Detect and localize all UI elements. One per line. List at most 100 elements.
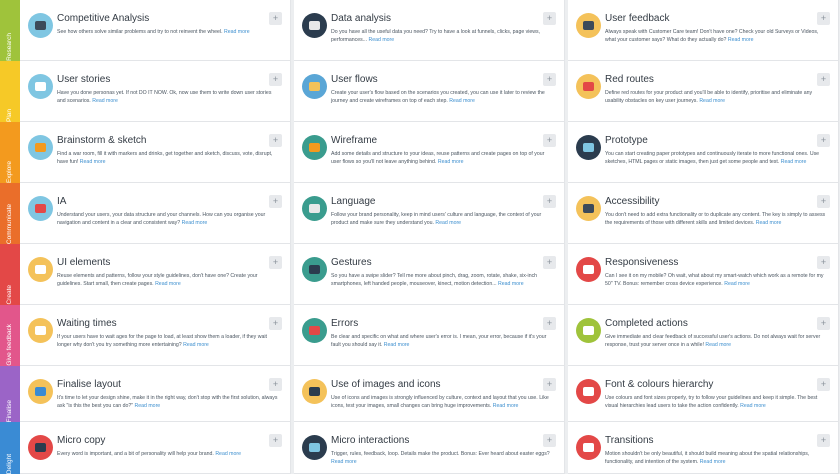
add-button[interactable]: + — [269, 12, 282, 25]
add-button[interactable]: + — [269, 195, 282, 208]
read-more-link[interactable]: Read more — [705, 342, 731, 348]
add-button[interactable]: + — [817, 378, 830, 391]
card-title: UI elements — [57, 257, 111, 268]
icon-detail — [583, 387, 594, 396]
card-title: Errors — [331, 318, 359, 329]
read-more-link[interactable]: Read more — [781, 159, 807, 165]
card-title: Language — [331, 196, 376, 207]
card-description: Trigger, rules, feedback, loop. Details … — [331, 451, 554, 467]
monitor-chart-icon — [302, 13, 327, 38]
add-button[interactable]: + — [543, 73, 556, 86]
route-map-icon — [576, 74, 601, 99]
read-more-link[interactable]: Read more — [224, 29, 250, 35]
icon-detail — [35, 204, 46, 213]
icon-detail — [35, 143, 46, 152]
card-description: You can start creating paper prototypes … — [605, 151, 828, 167]
card-title: Accessibility — [605, 196, 660, 207]
card-micro-copy: Micro copy Every word is important, and a… — [20, 422, 291, 474]
read-more-link[interactable]: Read more — [331, 459, 357, 465]
read-more-link[interactable]: Read more — [384, 342, 410, 348]
read-more-link[interactable]: Read more — [182, 220, 208, 226]
add-button[interactable]: + — [543, 256, 556, 269]
add-button[interactable]: + — [543, 317, 556, 330]
read-more-link[interactable]: Read more — [80, 159, 106, 165]
read-more-link[interactable]: Read more — [700, 459, 726, 465]
card-description-text: Do you have all the useful data you need… — [331, 29, 541, 43]
card-description-text: Use colours and font sizes properly, try… — [605, 395, 818, 409]
add-button[interactable]: + — [269, 256, 282, 269]
add-button[interactable]: + — [269, 134, 282, 147]
add-button[interactable]: + — [817, 73, 830, 86]
phase-tab-give-feedback[interactable]: Give feedback — [0, 305, 20, 366]
add-button[interactable]: + — [543, 378, 556, 391]
icon-detail — [35, 387, 46, 396]
read-more-link[interactable]: Read more — [498, 281, 524, 287]
card-micro-interactions: Micro interactions Trigger, rules, feedba… — [294, 422, 565, 474]
read-more-link[interactable]: Read more — [183, 342, 209, 348]
binoculars-icon — [28, 13, 53, 38]
card-gestures: Gestures So you have a swipe slider? Tell… — [294, 244, 565, 305]
card-description: Motion shouldn't be only beautiful, it s… — [605, 451, 828, 467]
add-button[interactable]: + — [817, 256, 830, 269]
icon-detail — [309, 82, 320, 91]
card-user-feedback: User feedback Always speak with Customer … — [568, 0, 839, 61]
add-button[interactable]: + — [543, 195, 556, 208]
card-description: See how others solve similar problems an… — [57, 29, 280, 37]
phase-tab-finalise[interactable]: Finalise — [0, 366, 20, 422]
phase-tab-explore[interactable]: Explore — [0, 122, 20, 183]
card-title: Micro copy — [57, 435, 106, 446]
read-more-link[interactable]: Read more — [135, 403, 161, 409]
card-title: Red routes — [605, 74, 654, 85]
card-title: User feedback — [605, 13, 670, 24]
card-description: Can I see it on my mobile? Oh wait, what… — [605, 273, 828, 289]
read-more-link[interactable]: Read more — [435, 220, 461, 226]
phase-tab-plan[interactable]: Plan — [0, 61, 20, 122]
card-description: Use of icons and images is strongly infl… — [331, 395, 554, 411]
phase-label: Communicate — [5, 203, 13, 244]
icon-detail — [583, 326, 594, 335]
read-more-link[interactable]: Read more — [724, 281, 750, 287]
read-more-link[interactable]: Read more — [449, 98, 475, 104]
read-more-link[interactable]: Read more — [155, 281, 181, 287]
phase-tab-research[interactable]: Research — [0, 0, 20, 61]
pen-paper-icon — [28, 435, 53, 460]
read-more-link[interactable]: Read more — [215, 451, 241, 457]
card-description-text: You don't need to add extra functionalit… — [605, 212, 826, 226]
add-button[interactable]: + — [269, 317, 282, 330]
read-more-link[interactable]: Read more — [756, 220, 782, 226]
add-button[interactable]: + — [817, 12, 830, 25]
icon-detail — [35, 265, 46, 274]
read-more-link[interactable]: Read more — [493, 403, 519, 409]
add-button[interactable]: + — [269, 434, 282, 447]
phase-tab-communicate[interactable]: Communicate — [0, 183, 20, 244]
read-more-link[interactable]: Read more — [728, 37, 754, 43]
read-more-link[interactable]: Read more — [699, 98, 725, 104]
add-button[interactable]: + — [817, 317, 830, 330]
card-description: Every word is important, and a bit of pe… — [57, 451, 280, 459]
phase-tab-delight[interactable]: Delight — [0, 422, 20, 474]
add-button[interactable]: + — [817, 195, 830, 208]
add-button[interactable]: + — [817, 134, 830, 147]
read-more-link[interactable]: Read more — [438, 159, 464, 165]
add-button[interactable]: + — [269, 378, 282, 391]
read-more-link[interactable]: Read more — [92, 98, 118, 104]
card-description: You don't need to add extra functionalit… — [605, 212, 828, 228]
easel-icon — [28, 379, 53, 404]
icon-detail — [309, 265, 320, 274]
read-more-link[interactable]: Read more — [740, 403, 766, 409]
flow-board-icon — [302, 74, 327, 99]
add-button[interactable]: + — [543, 134, 556, 147]
add-button[interactable]: + — [543, 434, 556, 447]
add-button[interactable]: + — [269, 73, 282, 86]
phase-tab-create[interactable]: Create — [0, 244, 20, 305]
phase-sidebar: Research Plan Explore Communicate Create Give… — [0, 0, 20, 474]
read-more-link[interactable]: Read more — [369, 37, 395, 43]
card-description: Use colours and font sizes properly, try… — [605, 395, 828, 411]
card-title: Transitions — [605, 435, 654, 446]
card-description: Do you have all the useful data you need… — [331, 29, 554, 45]
gears-icon — [576, 135, 601, 160]
add-button[interactable]: + — [817, 434, 830, 447]
card-description-text: Have you done personas yet. If not DO IT… — [57, 90, 272, 104]
add-button[interactable]: + — [543, 12, 556, 25]
card-user-stories: User stories Have you done personas yet. … — [20, 61, 291, 122]
